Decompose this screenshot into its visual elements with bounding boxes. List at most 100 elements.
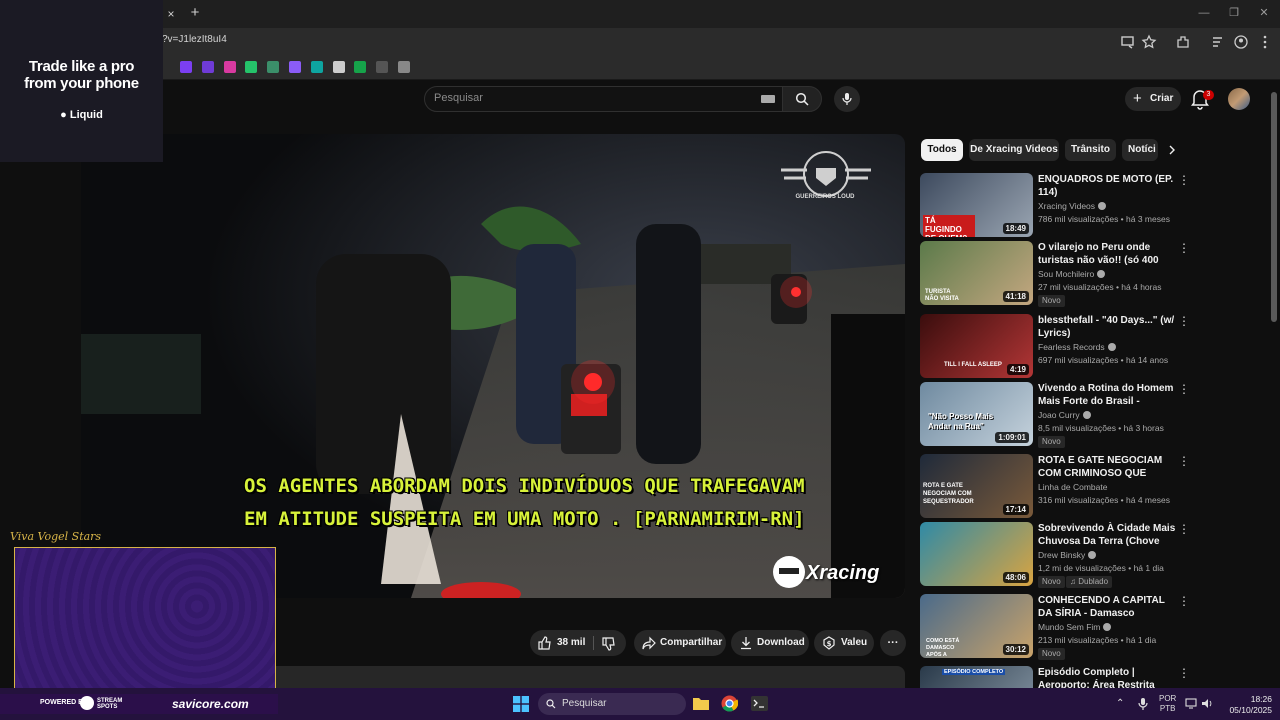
video-thumbnail[interactable]: COMO ESTÁ DAMASCO APÓS A GUERRA 30:12 [920,594,1033,658]
bookmark-favicon[interactable] [332,61,345,73]
terminal-icon[interactable] [751,696,768,711]
channel-name[interactable]: Sou Mochileiro [1038,269,1106,279]
url-text[interactable]: ?v=J1lezIt8uI4 [162,34,227,45]
video-thumbnail[interactable]: TILL I FALL ASLEEP 4:19 [920,314,1033,378]
recommendation-item[interactable]: ROTA E GATE NEGOCIAM COM SEQUESTRADOR 17… [920,454,1260,518]
search-input[interactable]: Pesquisar [434,92,483,104]
kebab-menu-icon[interactable]: ⋮ [1178,454,1190,468]
channel-name[interactable]: Mundo Sem Fim [1038,622,1112,632]
network-icon[interactable] [1185,698,1197,709]
video-title[interactable]: blessthefall - "40 Days..." (w/ Lyrics) [1038,314,1176,340]
video-title[interactable]: CONHECENDO A CAPITAL DA SÍRIA - Damasco [1038,594,1176,620]
download-button[interactable]: Download [731,630,809,656]
video-thumbnail[interactable]: ROTA E GATE NEGOCIAM COM SEQUESTRADOR 17… [920,454,1033,518]
video-thumbnail[interactable]: "Não Posso Mais Andar na Rua" 1:09:01 [920,382,1033,446]
tray-chevron-icon[interactable]: ⌃ [1116,698,1124,709]
dislike-thumb-icon[interactable] [602,637,616,651]
channel-name[interactable]: Drew Binsky [1038,550,1097,560]
recommendation-item[interactable]: EPISÓDIO COMPLETO Episódio Completo | Ae… [920,666,1260,688]
chrome-icon[interactable] [721,695,738,712]
stream-signature: Viva Vogel Stars [10,530,102,543]
chevron-right-icon[interactable] [1166,144,1178,156]
bookmark-favicon[interactable] [398,61,410,73]
channel-name[interactable]: Linha de Combate [1038,482,1107,492]
share-button[interactable]: Compartilhar [634,630,726,656]
keyboard-language[interactable]: POR PTB [1159,694,1176,714]
video-title[interactable]: Episódio Completo | Aeroporto: Área Rest… [1038,666,1176,688]
tray-mic-icon[interactable] [1138,697,1148,711]
kebab-menu-icon[interactable]: ⋮ [1178,594,1190,608]
windows-start-icon[interactable] [513,696,529,712]
like-thumb-icon[interactable] [538,636,552,650]
bookmark-favicon[interactable] [267,61,280,73]
install-app-icon[interactable] [1120,34,1136,50]
bookmark-star-icon[interactable] [1141,34,1157,50]
profile-icon[interactable] [1233,34,1249,50]
more-actions-button[interactable]: ··· [880,630,906,656]
file-explorer-icon[interactable] [692,695,710,711]
bookmark-favicon[interactable] [223,61,236,73]
account-avatar[interactable] [1228,88,1250,110]
voice-search-button[interactable] [834,86,860,112]
video-thumbnail[interactable]: 48:06 [920,522,1033,586]
kebab-menu-icon[interactable]: ⋮ [1178,666,1190,680]
video-player[interactable]: GUERREIROS LOUD OS AGENTES ABORDAM DOIS … [81,134,905,598]
thanks-button[interactable]: $ Valeu [814,630,874,656]
recommendation-item[interactable]: TURISTA NÃO VISITA 41:18 O vilarejo no P… [920,241,1260,307]
bookmark-favicon[interactable] [180,61,192,73]
video-title[interactable]: Vivendo a Rotina do Homem Mais Forte do … [1038,382,1176,408]
extensions-icon[interactable] [1175,34,1191,50]
recommendation-item[interactable]: TÁ FUGINDO DE QUEM? 18:49 ENQUADROS DE M… [920,173,1260,237]
taskbar-search[interactable]: Pesquisar [538,693,686,715]
search-icon [795,92,809,106]
chip-xracing[interactable]: De Xracing Videos [969,139,1059,161]
kebab-menu-icon[interactable]: ⋮ [1178,382,1190,396]
system-clock[interactable]: 18:26 05/10/2025 [1222,694,1272,716]
recommendation-item[interactable]: 48:06 Sobrevivendo À Cidade Mais Chuvosa… [920,522,1260,588]
bookmark-favicon[interactable] [354,61,367,73]
video-title[interactable]: ROTA E GATE NEGOCIAM COM CRIMINOSO QUE M… [1038,454,1176,480]
bookmark-favicon[interactable] [245,61,258,73]
tab-close-button[interactable]: × [163,6,179,22]
video-title[interactable]: ENQUADROS DE MOTO (EP. 114) [1038,173,1176,199]
channel-name[interactable]: Fearless Records [1038,342,1116,352]
bookmark-favicon[interactable] [310,61,323,73]
search-button[interactable] [782,86,822,112]
ad-headline-line-1: Trade like a pro [28,58,135,75]
like-count[interactable]: 38 mil [557,630,585,656]
chip-transito[interactable]: Trânsito [1065,139,1116,161]
page-scrollbar[interactable] [1271,92,1277,322]
kebab-menu-icon[interactable]: ⋮ [1178,173,1190,187]
recommendation-item[interactable]: COMO ESTÁ DAMASCO APÓS A GUERRA 30:12 CO… [920,594,1260,660]
recommendation-item[interactable]: TILL I FALL ASLEEP 4:19 blessthefall - "… [920,314,1260,378]
recommendation-item[interactable]: "Não Posso Mais Andar na Rua" 1:09:01 Vi… [920,382,1260,448]
video-thumbnail[interactable]: TÁ FUGINDO DE QUEM? 18:49 [920,173,1033,237]
video-title[interactable]: Sobrevivendo À Cidade Mais Chuvosa Da Te… [1038,522,1176,548]
close-window-button[interactable]: ✕ [1252,5,1276,21]
verified-icon [1103,623,1112,631]
video-thumbnail[interactable]: EPISÓDIO COMPLETO [920,666,1033,688]
volume-icon[interactable] [1201,698,1213,709]
kebab-menu-icon[interactable]: ⋮ [1178,314,1190,328]
minimize-button[interactable]: — [1192,5,1216,21]
channel-name[interactable]: Joao Curry [1038,410,1091,420]
video-thumbnail[interactable]: TURISTA NÃO VISITA 41:18 [920,241,1033,305]
create-button[interactable]: + Criar [1125,87,1181,111]
new-tab-button[interactable]: + [186,4,204,22]
browser-menu-icon[interactable] [1257,34,1273,50]
restore-button[interactable]: ❐ [1222,5,1246,21]
chip-noticias[interactable]: Notíci [1122,139,1158,161]
channel-name[interactable]: Xracing Videos [1038,201,1107,211]
chip-all[interactable]: Todos [921,139,963,161]
video-title[interactable]: O vilarejo no Peru onde turistas não vão… [1038,241,1176,267]
bookmark-favicon[interactable] [201,61,214,73]
video-meta: 8,5 mil visualizações • há 3 horas [1038,423,1164,433]
share-label: Compartilhar [660,637,723,648]
bookmark-favicon[interactable] [376,61,389,73]
kebab-menu-icon[interactable]: ⋮ [1178,241,1190,255]
media-controls-icon[interactable] [1210,34,1226,50]
keyboard-icon[interactable] [761,95,775,103]
video-duration: 18:49 [1002,223,1029,234]
kebab-menu-icon[interactable]: ⋮ [1178,522,1190,536]
bookmark-favicon[interactable] [289,61,301,73]
